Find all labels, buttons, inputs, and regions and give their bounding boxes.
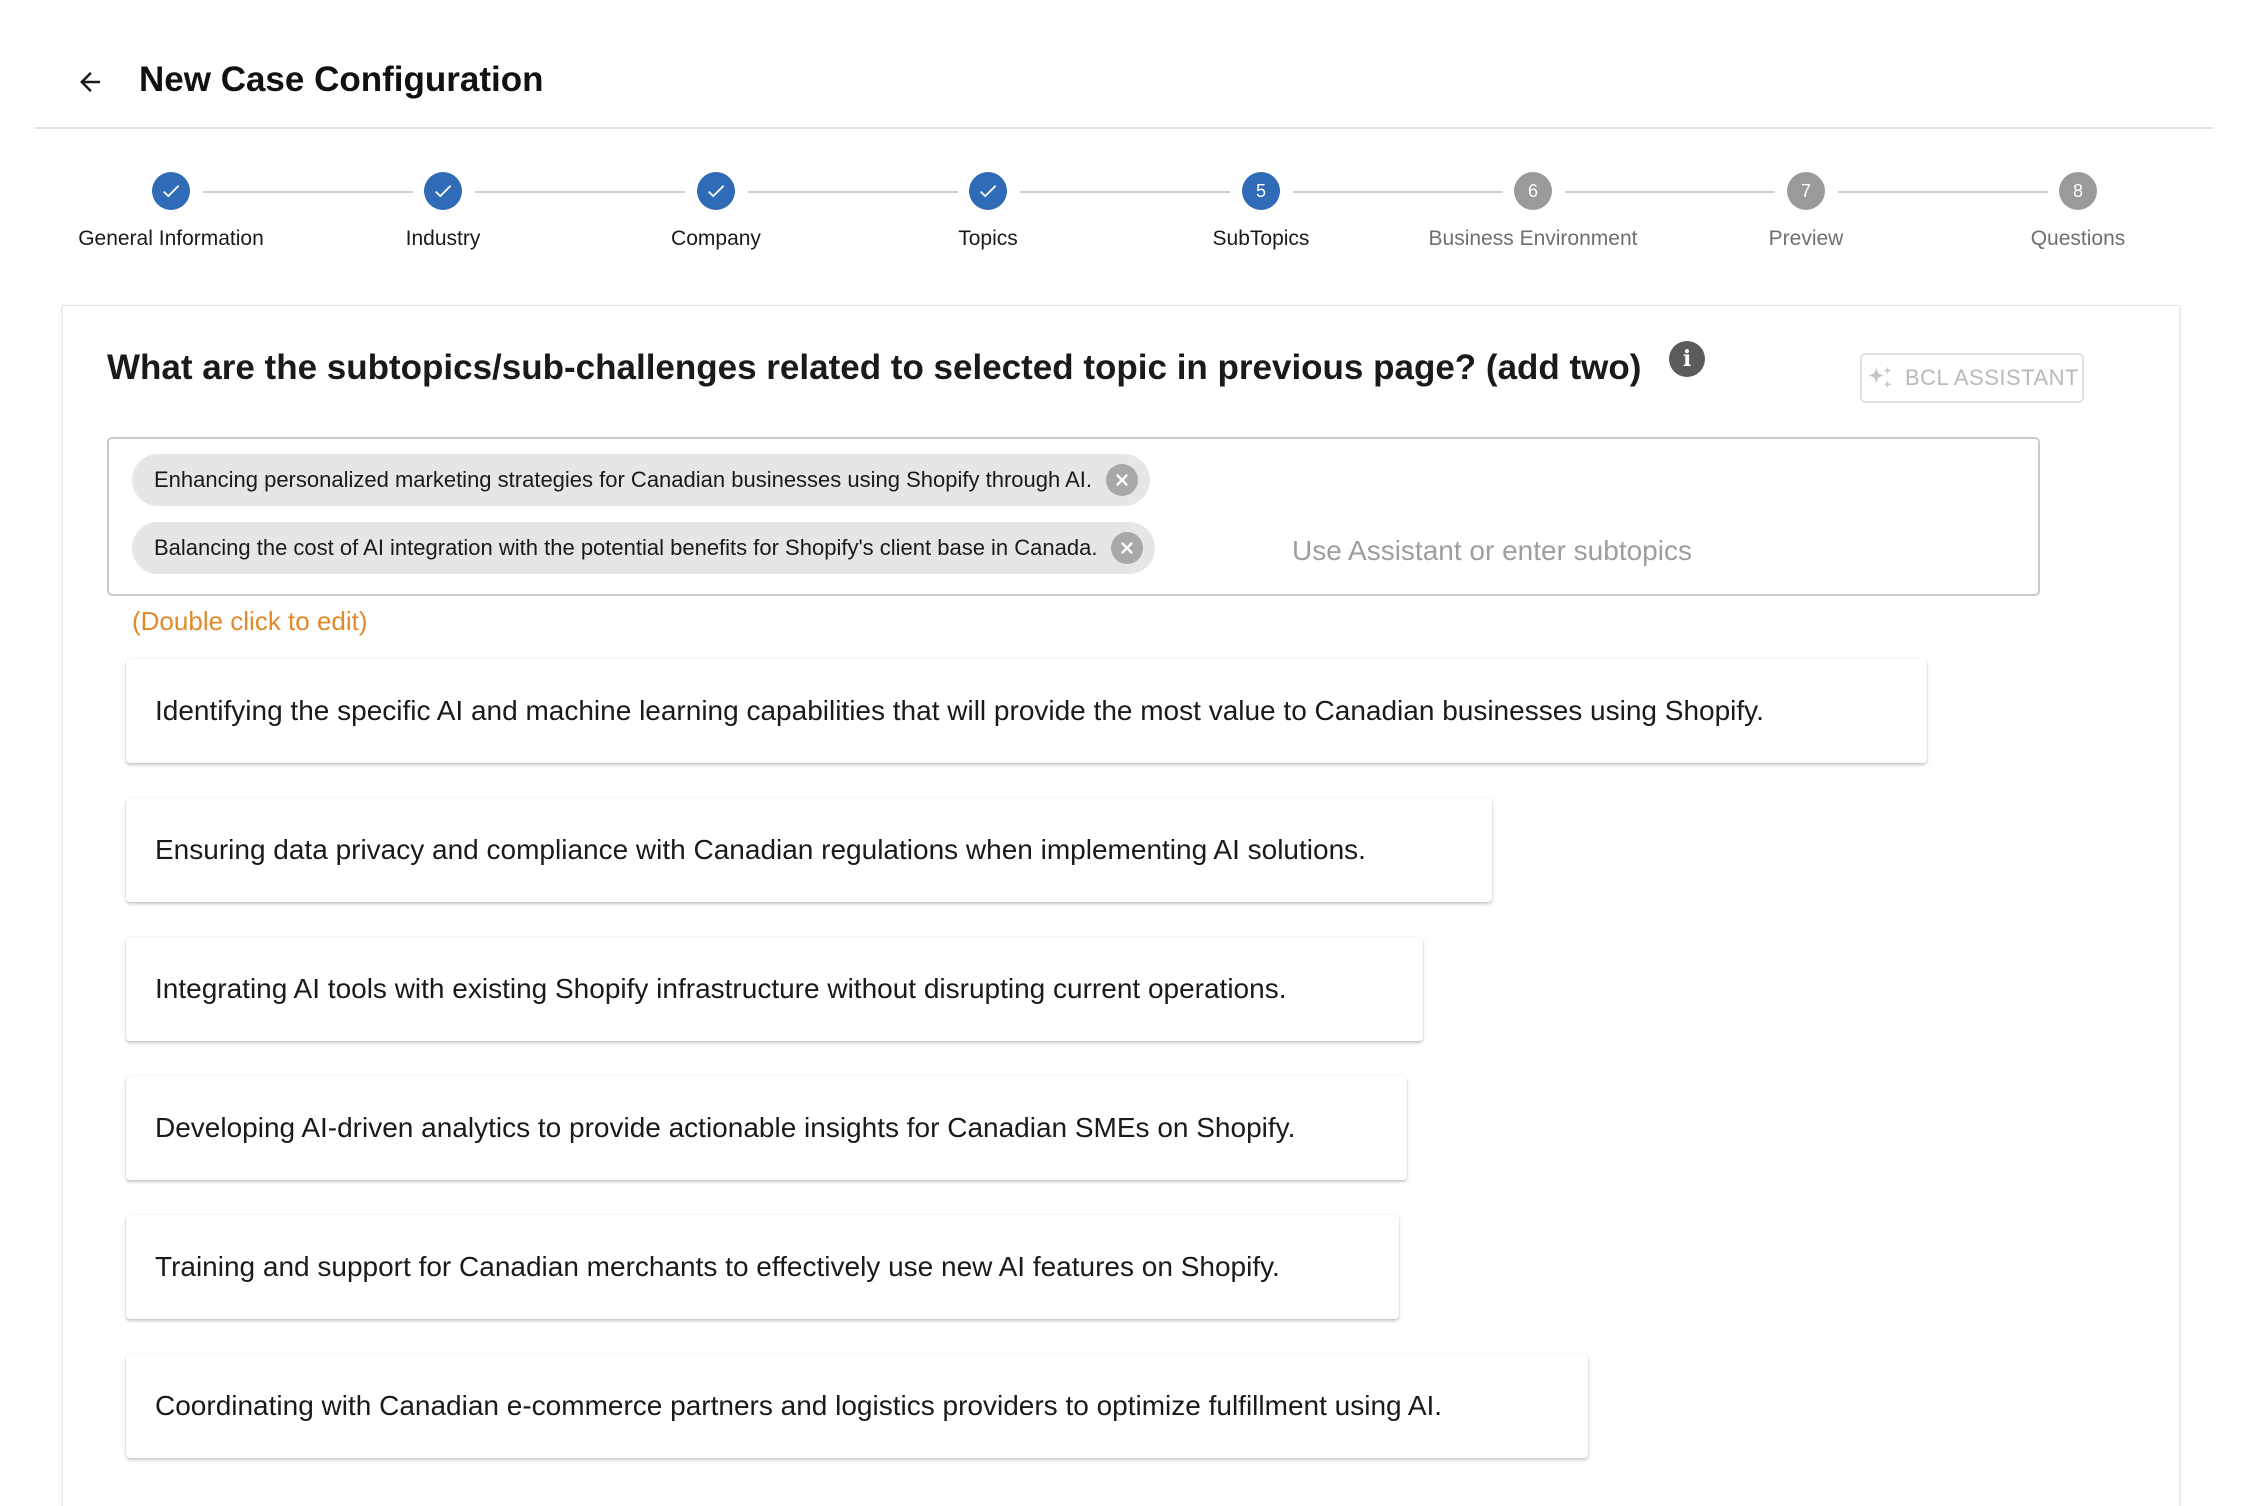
check-icon xyxy=(708,185,725,198)
suggestion-text: Coordinating with Canadian e-commerce pa… xyxy=(155,1390,1443,1421)
sparkle-icon xyxy=(1868,366,1892,388)
progress-stepper: General Information Industry Company Top… xyxy=(0,160,2248,270)
subtopic-chip[interactable]: Enhancing personalized marketing strateg… xyxy=(132,454,1151,506)
step-label: Company xyxy=(671,227,761,250)
step-business-environment[interactable]: 6 Business Environment xyxy=(1383,172,1683,252)
chip-remove-button[interactable] xyxy=(1106,464,1139,496)
step-number-badge: 6 xyxy=(1514,172,1552,210)
step-completed-marker xyxy=(969,172,1007,210)
step-number-badge: 5 xyxy=(1242,172,1280,210)
chip-remove-button[interactable] xyxy=(1111,532,1144,564)
step-questions[interactable]: 8 Questions xyxy=(1928,172,2228,252)
suggestion-item[interactable]: Integrating AI tools with existing Shopi… xyxy=(126,937,1423,1041)
chip-label: Enhancing personalized marketing strateg… xyxy=(154,467,1093,492)
header-divider xyxy=(35,127,2213,129)
step-completed-marker xyxy=(152,172,190,210)
step-completed-marker xyxy=(697,172,735,210)
step-label: Topics xyxy=(958,227,1018,250)
step-subtopics[interactable]: 5 SubTopics xyxy=(1111,172,1411,252)
back-button[interactable] xyxy=(66,58,114,106)
step-label: Preview xyxy=(1768,227,1844,250)
chip-label: Balancing the cost of AI integration wit… xyxy=(154,535,1098,560)
step-completed-marker xyxy=(424,172,462,210)
step-topics[interactable]: Topics xyxy=(838,172,1138,252)
page-header: New Case Configuration xyxy=(0,0,2248,130)
assistant-button-label: BCL ASSISTANT xyxy=(1905,365,2079,390)
step-number-badge: 7 xyxy=(1787,172,1825,210)
step-label: Questions xyxy=(2030,227,2126,250)
suggestion-text: Ensuring data privacy and compliance wit… xyxy=(155,834,1366,865)
subtopic-text-input[interactable] xyxy=(1290,528,1994,574)
step-industry[interactable]: Industry xyxy=(293,172,593,252)
check-icon xyxy=(435,185,452,198)
check-icon xyxy=(980,185,997,198)
suggestion-item[interactable]: Coordinating with Canadian e-commerce pa… xyxy=(126,1354,1588,1458)
close-icon xyxy=(1116,474,1128,486)
step-label: SubTopics xyxy=(1212,227,1310,250)
step-preview[interactable]: 7 Preview xyxy=(1656,172,1956,252)
suggestion-text: Identifying the specific AI and machine … xyxy=(155,695,1764,726)
suggestion-item[interactable]: Developing AI-driven analytics to provid… xyxy=(126,1076,1407,1180)
step-label: Industry xyxy=(405,227,481,250)
suggestion-text: Integrating AI tools with existing Shopi… xyxy=(155,973,1287,1004)
question-heading: What are the subtopics/sub-challenges re… xyxy=(107,348,1642,387)
subtopic-chip[interactable]: Balancing the cost of AI integration wit… xyxy=(132,522,1156,574)
bcl-assistant-button[interactable]: BCL ASSISTANT xyxy=(1860,353,2084,403)
suggestion-item[interactable]: Identifying the specific AI and machine … xyxy=(126,659,1927,763)
page-title: New Case Configuration xyxy=(139,60,544,99)
step-number-badge: 8 xyxy=(2059,172,2097,210)
arrow-left-icon xyxy=(80,72,100,92)
edit-hint: (Double click to edit) xyxy=(132,606,368,636)
suggestion-item[interactable]: Training and support for Canadian mercha… xyxy=(126,1215,1399,1319)
step-label: Business Environment xyxy=(1428,227,1638,250)
close-icon xyxy=(1121,542,1134,554)
suggestion-text: Training and support for Canadian mercha… xyxy=(155,1251,1280,1282)
step-company[interactable]: Company xyxy=(566,172,866,252)
suggestion-item[interactable]: Ensuring data privacy and compliance wit… xyxy=(126,798,1492,902)
check-icon xyxy=(163,185,180,198)
suggestion-text: Developing AI-driven analytics to provid… xyxy=(155,1112,1296,1143)
info-icon[interactable]: i xyxy=(1669,341,1705,377)
step-general-information[interactable]: General Information xyxy=(21,172,321,252)
step-label: General Information xyxy=(78,227,264,250)
